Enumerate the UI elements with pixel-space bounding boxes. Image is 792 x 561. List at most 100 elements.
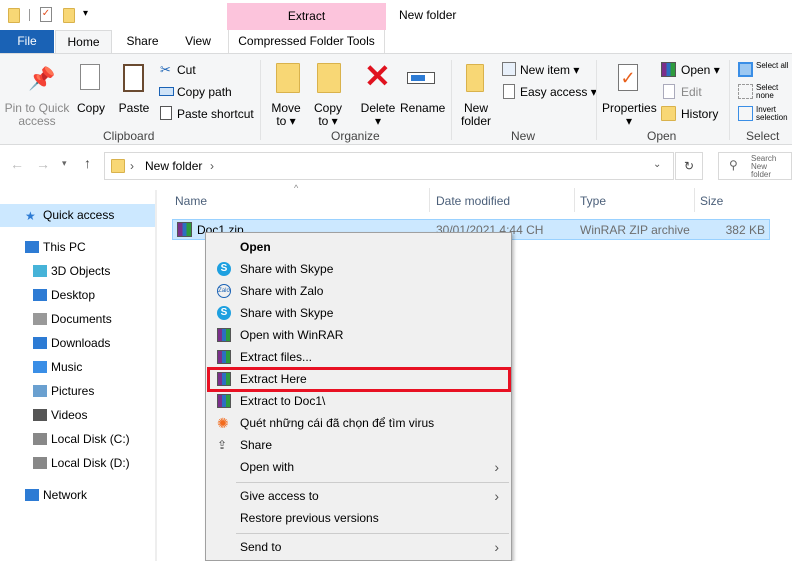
column-header-date-modified[interactable]: Date modified — [436, 194, 510, 208]
pin-icon: 📌 — [28, 66, 56, 91]
open-group-label: Open — [647, 129, 677, 143]
copy-button[interactable]: Copy — [72, 102, 110, 115]
cut-button[interactable]: Cut — [177, 63, 196, 77]
menu-item[interactable]: Zalo Share with Zalo — [206, 280, 511, 302]
menu-item-label: Share — [240, 438, 273, 452]
menu-item[interactable]: Extract files... — [206, 346, 511, 368]
menu-item[interactable]: Send to › — [206, 536, 511, 558]
paste-shortcut-icon — [160, 106, 172, 120]
local-disk-icon — [33, 457, 47, 469]
menu-item[interactable]: ✺ Quét những cái đã chọn để tìm virus — [206, 412, 511, 434]
nav-pane-scrollbar[interactable] — [155, 190, 157, 561]
file-size: 382 KB — [725, 223, 765, 237]
copy-path-button[interactable]: Copy path — [177, 85, 232, 99]
local-disk-icon — [33, 433, 47, 445]
column-header-type[interactable]: Type — [580, 194, 606, 208]
nav-item[interactable]: Documents — [51, 312, 112, 326]
path-segment[interactable]: New folder — [145, 159, 202, 173]
select-none-icon — [738, 84, 753, 99]
desktop-icon — [33, 289, 47, 301]
move-to-button[interactable]: Move to ▾ — [266, 102, 306, 128]
forward-button[interactable]: → — [36, 156, 50, 172]
search-box[interactable]: ⚲ Search New folder — [718, 152, 792, 180]
menu-item-label: Open with WinRAR — [240, 328, 344, 342]
delete-button[interactable]: Delete ▾ — [358, 102, 398, 128]
select-none-button[interactable]: Select none — [756, 84, 790, 100]
column-divider[interactable] — [574, 188, 575, 212]
menu-separator — [236, 533, 509, 534]
edit-icon — [663, 84, 675, 99]
properties-icon[interactable]: ✓ — [40, 7, 52, 22]
refresh-button[interactable]: ↻ — [675, 152, 703, 180]
zalo-icon: Zalo — [217, 284, 231, 298]
nav-item[interactable]: Local Disk (C:) — [51, 432, 130, 446]
menu-item[interactable]: ⇪ Share — [206, 434, 511, 456]
menu-item-label: Open with — [240, 460, 295, 474]
easy-access-button[interactable]: Easy access ▾ — [520, 85, 597, 99]
menu-separator — [236, 482, 509, 483]
select-group-label: Select — [746, 129, 780, 143]
tab-compressed-folder-tools[interactable]: Compressed Folder Tools — [228, 30, 385, 53]
skype-icon: S — [217, 262, 231, 276]
nav-item[interactable]: 3D Objects — [51, 264, 110, 278]
tab-home[interactable]: Home — [55, 30, 112, 54]
nav-item[interactable]: Videos — [51, 408, 87, 422]
menu-item[interactable]: Give access to › — [206, 485, 511, 507]
new-group-label: New — [511, 129, 536, 143]
nav-item[interactable]: Pictures — [51, 384, 94, 398]
properties-button[interactable]: Properties ▾ — [602, 102, 657, 128]
new-folder-icon — [466, 64, 484, 92]
easy-access-icon — [503, 84, 515, 99]
customize-dropdown-icon[interactable]: ▾ — [83, 8, 88, 19]
edit-button[interactable]: Edit — [681, 85, 702, 99]
copy-to-button[interactable]: Copy to ▾ — [308, 102, 348, 128]
invert-selection-button[interactable]: Invert selection — [756, 106, 790, 122]
tab-file[interactable]: File — [0, 30, 54, 53]
column-divider[interactable] — [429, 188, 430, 212]
select-all-button[interactable]: Select all — [756, 62, 790, 70]
address-dropdown-icon[interactable]: ⌄ — [653, 159, 661, 170]
history-button[interactable]: History — [681, 107, 718, 121]
tab-view[interactable]: View — [172, 30, 224, 53]
menu-item[interactable]: Open — [206, 236, 511, 258]
column-header-size[interactable]: Size — [700, 194, 723, 208]
cut-icon: ✂ — [160, 62, 171, 77]
nav-item[interactable]: This PC — [43, 240, 86, 254]
paste-button[interactable]: Paste — [115, 102, 153, 115]
divider — [29, 9, 30, 21]
recent-locations-button[interactable]: ▾ — [62, 158, 67, 169]
tab-share[interactable]: Share — [115, 30, 170, 53]
menu-item[interactable]: Open with WinRAR — [206, 324, 511, 346]
up-button[interactable]: ↑ — [84, 155, 91, 171]
group-separator — [451, 60, 452, 140]
menu-item[interactable]: Restore previous versions — [206, 507, 511, 529]
rename-button[interactable]: Rename — [400, 102, 445, 115]
address-bar[interactable]: › New folder › ⌄ — [104, 152, 674, 180]
clipboard-group-label: Clipboard — [103, 129, 155, 143]
nav-item[interactable]: Downloads — [51, 336, 110, 350]
open-button[interactable]: Open ▾ — [681, 63, 720, 77]
menu-item-label: Quét những cái đã chọn để tìm virus — [240, 416, 435, 430]
nav-item[interactable]: Network — [43, 488, 87, 502]
menu-item[interactable]: S Share with Skype — [206, 258, 511, 280]
menu-item[interactable]: S Share with Skype — [206, 302, 511, 324]
documents-icon — [33, 313, 47, 325]
nav-item[interactable]: Desktop — [51, 288, 95, 302]
column-divider[interactable] — [694, 188, 695, 212]
menu-item[interactable]: Open with › — [206, 456, 511, 478]
new-folder-icon[interactable] — [63, 8, 75, 23]
pin-to-quick-access-button[interactable]: Pin to Quick access — [2, 102, 72, 128]
nav-item[interactable]: Quick access — [43, 208, 114, 222]
submenu-arrow-icon: › — [494, 459, 499, 475]
organize-group-label: Organize — [331, 129, 380, 143]
column-header-name[interactable]: Name — [175, 194, 207, 208]
new-item-button[interactable]: New item ▾ — [520, 63, 579, 77]
nav-item[interactable]: Local Disk (D:) — [51, 456, 130, 470]
back-button[interactable]: ← — [10, 156, 24, 172]
paste-shortcut-button[interactable]: Paste shortcut — [177, 107, 254, 121]
nav-item[interactable]: Music — [51, 360, 82, 374]
menu-item[interactable]: Extract to Doc1\ — [206, 390, 511, 412]
new-folder-button[interactable]: New folder — [456, 102, 496, 128]
menu-item-label: Extract files... — [240, 350, 313, 364]
menu-item-label: Open — [240, 240, 271, 254]
